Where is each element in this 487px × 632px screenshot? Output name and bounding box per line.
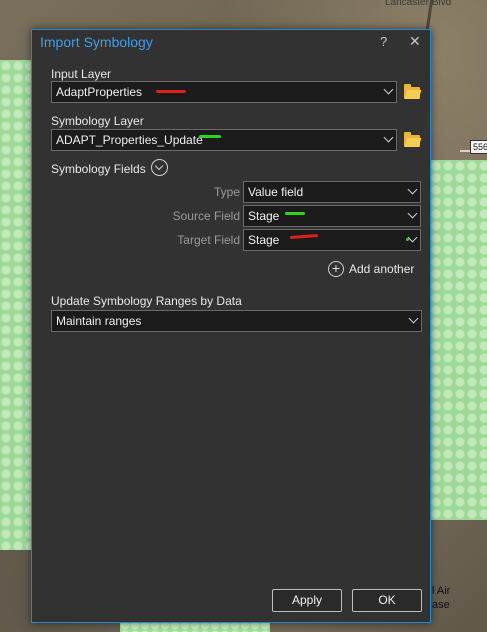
target-field-label: Target Field (177, 233, 240, 247)
annotation-green-mark (285, 212, 305, 215)
apply-button[interactable]: Apply (272, 589, 342, 612)
map-place-label-line1: l Air (432, 585, 451, 597)
close-icon[interactable]: ✕ (409, 33, 421, 50)
symbology-layer-label: Symbology Layer (51, 114, 144, 128)
map-features-right (430, 160, 487, 520)
map-road-shield: 556 (470, 140, 487, 154)
symbology-layer-select[interactable]: ADAPT_Properties_Update (51, 129, 397, 151)
input-layer-value: AdaptProperties (56, 85, 143, 99)
annotation-green-mark (199, 135, 221, 138)
ranges-value: Maintain ranges (56, 314, 142, 328)
ranges-label: Update Symbology Ranges by Data (51, 294, 242, 308)
ok-button[interactable]: OK (352, 589, 422, 612)
source-field-label: Source Field (172, 209, 240, 223)
annotation-green-dot (406, 238, 409, 241)
target-field-value: Stage (248, 233, 280, 247)
type-label: Type (213, 185, 240, 199)
add-another-label: Add another (349, 262, 415, 276)
ranges-select[interactable]: Maintain ranges (51, 310, 422, 332)
plus-circle-icon: + (328, 261, 344, 277)
chevron-down-icon (407, 184, 418, 195)
type-value: Value field (248, 185, 304, 199)
symbology-fields-label: Symbology Fields (51, 162, 146, 176)
map-features-left (0, 60, 34, 550)
source-field-select[interactable]: Stage (243, 205, 421, 227)
expand-chevron-icon[interactable] (151, 159, 168, 176)
help-icon[interactable]: ? (380, 34, 387, 49)
dialog-title: Import Symbology (40, 34, 153, 50)
input-layer-select[interactable]: AdaptProperties (51, 81, 397, 103)
map-place-label: l Air ase (432, 584, 450, 612)
chevron-down-icon (383, 132, 394, 143)
chevron-down-icon (407, 208, 418, 219)
folder-icon[interactable] (404, 84, 420, 99)
map-road-label: Lancaster Blvd (385, 0, 452, 8)
input-layer-label: Input Layer (51, 67, 112, 81)
symbology-layer-value: ADAPT_Properties_Update (56, 133, 203, 147)
type-select[interactable]: Value field (243, 181, 421, 203)
chevron-down-icon (407, 232, 418, 243)
source-field-value: Stage (248, 209, 280, 223)
annotation-red-mark (156, 90, 186, 93)
target-field-select[interactable]: Stage (243, 229, 421, 251)
dialog-title-bar[interactable]: Import Symbology ? ✕ (32, 30, 430, 54)
chevron-down-icon (408, 313, 419, 324)
chevron-down-icon (383, 84, 394, 95)
map-place-label-line2: ase (432, 599, 450, 611)
import-symbology-dialog: Import Symbology ? ✕ Input Layer AdaptPr… (31, 29, 431, 623)
folder-icon[interactable] (404, 132, 420, 147)
